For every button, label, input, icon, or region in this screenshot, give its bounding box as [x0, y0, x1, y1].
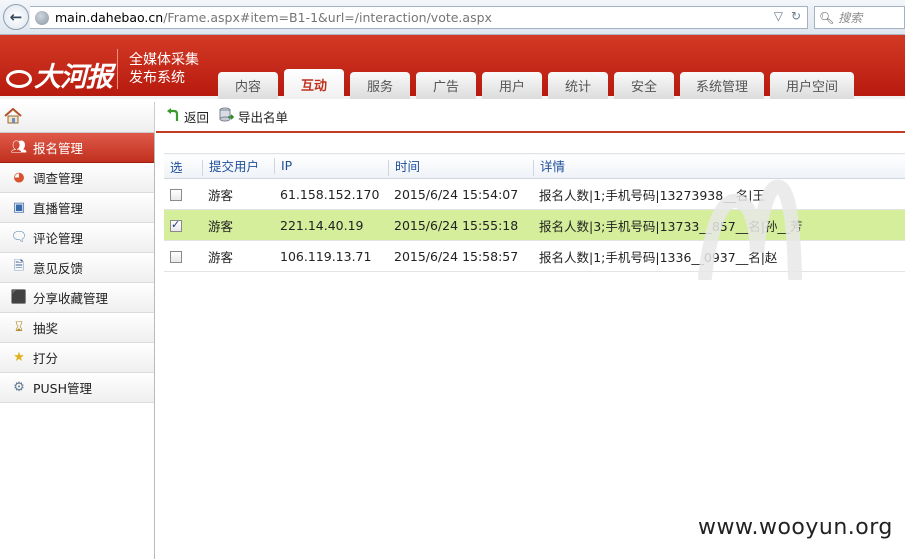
- reload-icon[interactable]: ↻: [791, 9, 801, 23]
- sidebar-item-0[interactable]: 👥︎ 报名管理: [0, 133, 154, 163]
- sidebar-item-label: 调查管理: [33, 171, 84, 186]
- logo-swirl-icon: [6, 70, 32, 88]
- system-title: 全媒体采集 发布系统: [129, 52, 199, 86]
- signup-list: 选 提交用户 IP 时间 详情 游客 61.158.152.170 2015/6/2…: [164, 153, 905, 272]
- database-export-icon: [219, 107, 235, 126]
- sidebar-item-8[interactable]: ⚙︎ PUSH管理: [0, 373, 154, 403]
- tab-0[interactable]: 内容: [218, 72, 278, 99]
- signup-table: 选 提交用户 IP 时间 详情 游客 61.158.152.170 2015/6/2…: [164, 153, 905, 272]
- main-nav-tabs: 内容 互动 服务 广告 用户 统计 安全 系统管理 用户空间: [218, 69, 860, 99]
- cell-user: 游客: [202, 178, 274, 210]
- cell-user: 游客: [202, 209, 274, 241]
- header-divider: [117, 49, 118, 89]
- sidebar-item-label: PUSH管理: [33, 381, 93, 396]
- users-icon: 👥︎: [10, 140, 28, 155]
- export-list-button[interactable]: 导出名单: [219, 107, 288, 126]
- tab-2[interactable]: 服务: [350, 72, 410, 99]
- col-time: 时间: [388, 153, 533, 179]
- row-checkbox[interactable]: [170, 189, 182, 201]
- col-ip: IP: [274, 153, 388, 179]
- row-checkbox[interactable]: [170, 218, 182, 232]
- sidebar-item-1[interactable]: ◕ 调查管理: [0, 163, 154, 193]
- col-detail: 详情: [533, 153, 905, 179]
- cell-user: 游客: [202, 240, 274, 272]
- cell-ip: 221.14.40.19: [274, 209, 388, 241]
- cell-select: [164, 240, 202, 272]
- tab-7[interactable]: 系统管理: [680, 72, 764, 99]
- sidebar-item-label: 分享收藏管理: [33, 291, 109, 306]
- cell-detail: 报名人数|1;手机号码|1336__0937__名|赵: [533, 240, 905, 272]
- table-header-row: 选 提交用户 IP 时间 详情: [164, 153, 905, 179]
- sidebar-item-label: 抽奖: [33, 321, 59, 336]
- home-icon: [4, 107, 22, 124]
- presentation-icon: ▣: [12, 200, 26, 215]
- sidebar-item-7[interactable]: ★ 打分: [0, 343, 154, 373]
- comment-icon: 🗨︎: [10, 230, 28, 245]
- sidebar-item-6[interactable]: ⌛︎ 抽奖: [0, 313, 154, 343]
- pie-chart-icon: ◕: [13, 170, 25, 185]
- table-row[interactable]: 游客 61.158.152.170 2015/6/24 15:54:07 报名人数|1…: [164, 178, 905, 210]
- globe-icon: [35, 10, 49, 25]
- tab-5[interactable]: 统计: [548, 72, 608, 99]
- tab-8[interactable]: 用户空间: [770, 72, 854, 99]
- tab-4[interactable]: 用户: [482, 72, 542, 99]
- cell-time: 2015/6/24 15:55:18: [388, 209, 533, 241]
- col-select: 选: [164, 153, 202, 179]
- col-user: 提交用户: [202, 153, 274, 179]
- sidebar-item-label: 意见反馈: [33, 261, 84, 276]
- app-header: 大河报 全媒体采集 发布系统 内容 互动 服务 广告 用户 统计 安全 系统管理 用户空间: [0, 35, 905, 99]
- dropdown-arrow-icon[interactable]: ▽: [774, 9, 783, 23]
- back-button[interactable]: 返回: [166, 107, 209, 126]
- table-row[interactable]: 游客221.14.40.192015/6/24 15:55:18报名人数|3;手…: [164, 209, 905, 241]
- sidebar-item-3[interactable]: 🗨︎ 评论管理: [0, 223, 154, 253]
- sidebar-item-label: 评论管理: [33, 231, 84, 246]
- document-icon: 🗎︎: [13, 258, 25, 274]
- cell-select: [164, 209, 202, 241]
- search-icon: 🔍︎: [819, 10, 835, 25]
- cell-select: [164, 178, 202, 210]
- table-row[interactable]: 游客 106.119.13.71 2015/6/24 15:58:57 报名人数|1;…: [164, 240, 905, 272]
- sidebar-item-label: 直播管理: [33, 201, 84, 216]
- cell-ip: 61.158.152.170: [274, 178, 388, 210]
- star-icon: ★: [13, 350, 25, 365]
- url-text: main.dahebao.cn/Frame.aspx#item=B1-1&url…: [55, 10, 492, 25]
- sidebar-menu: 👥︎ 报名管理 ◕ 调查管理 ▣ 直播管理 🗨︎ 评论管理 🗎︎ 意见反馈 ⬛ 分享收藏管理 ⌛︎ 抽奖 ★…: [0, 133, 155, 559]
- hourglass-icon: ⌛︎: [14, 320, 24, 335]
- logo: 大河报: [6, 55, 113, 94]
- cell-detail: 报名人数|1;手机号码|13273938__名|王: [533, 178, 905, 210]
- browser-toolbar: ← main.dahebao.cn/Frame.aspx#item=B1-1&u…: [0, 0, 905, 35]
- tab-1[interactable]: 互动: [284, 69, 344, 99]
- tab-6[interactable]: 安全: [614, 72, 674, 99]
- sidebar-item-label: 打分: [33, 351, 59, 366]
- sidebar-item-2[interactable]: ▣ 直播管理: [0, 193, 154, 223]
- watermark-text: www.wooyun.org: [698, 515, 893, 540]
- tab-3[interactable]: 广告: [416, 72, 476, 99]
- row-checkbox[interactable]: [170, 251, 182, 263]
- sidebar-item-4[interactable]: 🗎︎ 意见反馈: [0, 253, 154, 283]
- cell-ip: 106.119.13.71: [274, 240, 388, 272]
- cell-detail: 报名人数|3;手机号码|13733__857__名|孙__芳: [533, 209, 905, 241]
- share-icon: ⬛: [10, 290, 28, 305]
- cell-time: 2015/6/24 15:54:07: [388, 178, 533, 210]
- back-arrow-icon[interactable]: ←: [3, 4, 29, 30]
- gear-icon: ⚙︎: [13, 380, 25, 395]
- address-bar[interactable]: main.dahebao.cn/Frame.aspx#item=B1-1&url…: [30, 6, 808, 29]
- browser-search-input[interactable]: 🔍︎ 搜索: [814, 6, 905, 29]
- return-arrow-icon: [166, 108, 180, 125]
- cell-time: 2015/6/24 15:58:57: [388, 240, 533, 272]
- sidebar-item-label: 报名管理: [33, 141, 84, 156]
- home-button[interactable]: [0, 102, 155, 133]
- sidebar-item-5[interactable]: ⬛ 分享收藏管理: [0, 283, 154, 313]
- action-toolbar: 返回 导出名单: [156, 102, 905, 133]
